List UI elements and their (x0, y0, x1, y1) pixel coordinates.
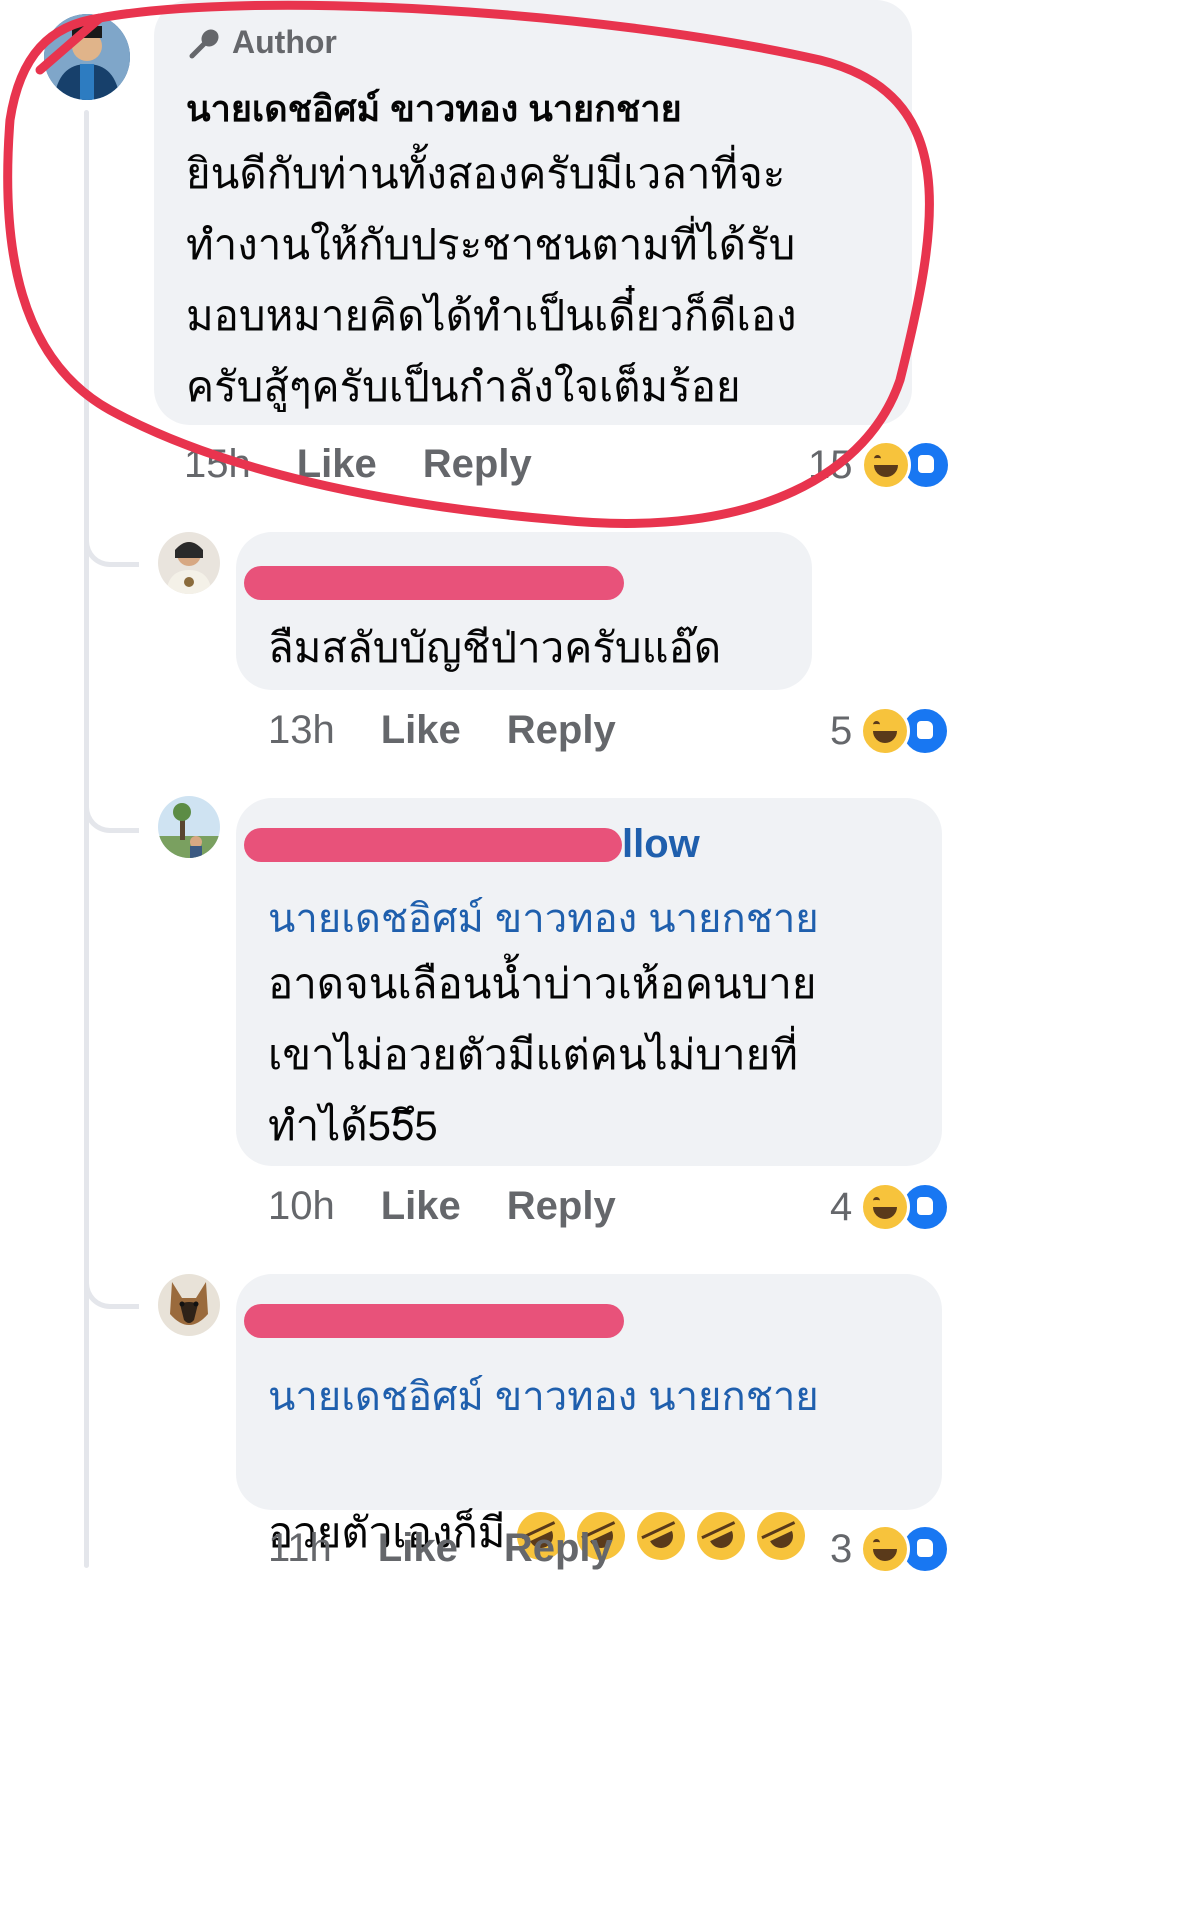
person-icon (158, 532, 220, 594)
landscape-icon (158, 796, 220, 858)
comment-text: อาดจนเลือนน้ำบ่าวเห้อคนบาย เขาไม่อวยตัวม… (268, 960, 817, 1149)
thread-connector (84, 1240, 139, 1309)
like-button[interactable]: Like (381, 708, 461, 753)
mentioned-user[interactable]: นายเดชอิศม์ ขาวทอง นายกชาย (268, 886, 819, 950)
timestamp[interactable]: 10h (268, 1184, 335, 1229)
dog-icon (158, 1274, 220, 1336)
rolling-on-floor-laughing-icon (629, 1504, 694, 1568)
name-tail[interactable]: llow (622, 822, 700, 867)
haha-icon (860, 1182, 911, 1232)
haha-icon (860, 1524, 911, 1574)
commenter-avatar[interactable] (158, 532, 220, 594)
timestamp[interactable]: 11h (268, 1526, 332, 1571)
reaction-count: 3 (830, 1526, 853, 1571)
redacted-name (244, 1304, 624, 1338)
reaction-summary[interactable]: 5 (830, 706, 951, 756)
commenter-avatar[interactable] (158, 796, 220, 858)
like-button[interactable]: Like (381, 1184, 461, 1229)
haha-icon (860, 440, 911, 490)
timestamp[interactable]: 13h (268, 708, 335, 753)
reaction-summary[interactable]: 4 (830, 1182, 951, 1232)
reply-button[interactable]: Reply (504, 1526, 613, 1571)
redacted-name (244, 566, 624, 600)
haha-icon (860, 706, 911, 756)
redacted-name (244, 828, 622, 862)
commenter-avatar[interactable] (158, 1274, 220, 1336)
reply-button[interactable]: Reply (507, 1184, 616, 1229)
like-button[interactable]: Like (378, 1526, 458, 1571)
comment-actions: 11h Like Reply (268, 1526, 613, 1571)
rolling-on-floor-laughing-icon (749, 1504, 814, 1568)
comment-text: ลืมสลับบัญชีป่าวครับแอ๊ด (268, 624, 722, 671)
comment-actions: 10h Like Reply (268, 1184, 616, 1229)
reaction-summary[interactable]: 3 (830, 1524, 951, 1574)
reply-button[interactable]: Reply (507, 708, 616, 753)
reaction-count: 5 (830, 708, 853, 753)
mentioned-user[interactable]: นายเดชอิศม์ ขาวทอง นายกชาย (268, 1364, 819, 1428)
comment-actions: 13h Like Reply (268, 708, 616, 753)
red-circle-annotation (3, 0, 934, 528)
thread-connector (84, 760, 139, 833)
rolling-on-floor-laughing-icon (689, 1504, 754, 1568)
reaction-count: 4 (830, 1184, 853, 1229)
